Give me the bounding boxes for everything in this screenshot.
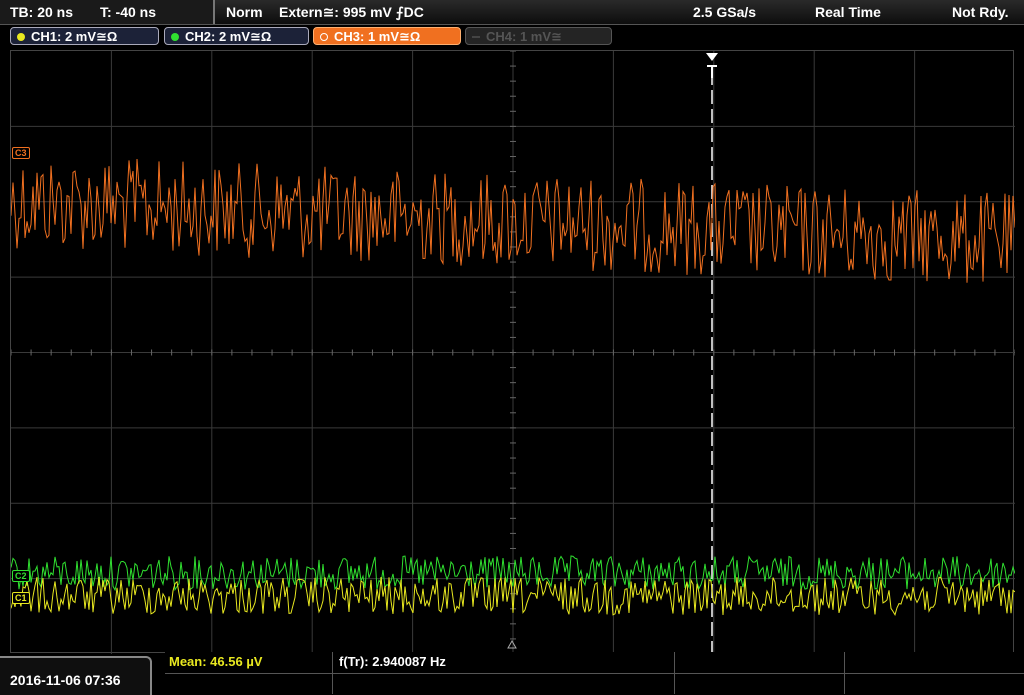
trigger-position-icon [507, 639, 517, 649]
timebase-panel[interactable]: TB: 20 ns T: -40 ns [0, 0, 215, 24]
measurement-cell-freq[interactable]: f(Tr): 2.940087 Hz [333, 652, 675, 673]
measurement-cell-empty-1[interactable] [675, 652, 845, 673]
trigger-T-icon[interactable] [705, 52, 719, 80]
measurement-cell-empty-4[interactable] [675, 673, 845, 694]
measurement-cell-empty-3[interactable] [333, 673, 675, 694]
channel-bar: CH1: 2 mV≅Ω CH2: 2 mV≅Ω CH3: 1 mV≅Ω CH4:… [0, 25, 1024, 49]
channel-1-label: CH1: 2 mV≅Ω [31, 29, 118, 44]
acquisition-mode: Real Time [815, 4, 881, 20]
trigger-time-value[interactable]: T: -40 ns [100, 0, 156, 24]
measurement-row-1: Mean: 46.56 µV f(Tr): 2.940087 Hz [165, 652, 1024, 674]
datetime-panel: 2016-11-06 07:36 [0, 656, 152, 695]
channel-1-tab[interactable]: CH1: 2 mV≅Ω [10, 27, 159, 45]
waveform-display[interactable] [10, 50, 1015, 654]
channel-2-tab[interactable]: CH2: 2 mV≅Ω [164, 27, 309, 45]
channel-4-tab[interactable]: CH4: 1 mV≅ [465, 27, 612, 45]
measurement-cell-mean[interactable]: Mean: 46.56 µV [165, 652, 333, 673]
channel-1-indicator-icon [17, 33, 25, 41]
measurement-panel[interactable]: Mean: 46.56 µV f(Tr): 2.940087 Hz [165, 652, 1024, 695]
channel-2-indicator-icon [171, 33, 179, 41]
channel-2-level-marker[interactable]: C2 [12, 570, 30, 582]
channel-3-label: CH3: 1 mV≅Ω [334, 29, 421, 44]
measurement-cell-empty-2[interactable] [165, 673, 333, 694]
acquisition-status: Not Rdy. [952, 4, 1009, 20]
trigger-mode[interactable]: Norm [226, 0, 263, 24]
channel-4-label: CH4: 1 mV≅ [486, 29, 562, 44]
graticule [11, 51, 1015, 654]
channel-1-level-marker[interactable]: C1 [12, 592, 30, 604]
measurement-row-2 [165, 673, 1024, 694]
mean-measurement: Mean: 46.56 µV [169, 654, 263, 669]
waveform-svg [11, 51, 1015, 654]
channel-3-tab[interactable]: CH3: 1 mV≅Ω [313, 27, 461, 45]
channel-3-indicator-icon [320, 33, 328, 41]
sample-rate: 2.5 GSa/s [693, 4, 757, 20]
channel-4-indicator-icon [472, 36, 480, 38]
trigger-source[interactable]: Extern≅: 995 mV ⨍DC [279, 0, 424, 24]
channel-3-level-marker[interactable]: C3 [12, 147, 30, 159]
channel-2-label: CH2: 2 mV≅Ω [185, 29, 272, 44]
datetime: 2016-11-06 07:36 [10, 672, 121, 688]
timebase-value[interactable]: TB: 20 ns [10, 0, 73, 24]
frequency-measurement: f(Tr): 2.940087 Hz [339, 654, 446, 669]
status-bar: TB: 20 ns T: -40 ns Norm Extern≅: 995 mV… [0, 0, 1024, 25]
